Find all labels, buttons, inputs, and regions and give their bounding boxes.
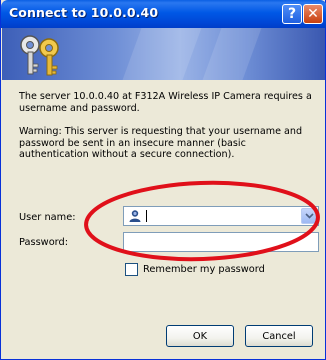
help-icon: ? xyxy=(287,6,297,22)
help-button[interactable]: ? xyxy=(282,4,302,24)
login-dialog: Connect to 10.0.0.40 ? ✕ The server 10.0… xyxy=(0,0,326,360)
user-icon xyxy=(129,210,141,222)
window-title: Connect to 10.0.0.40 xyxy=(9,5,159,20)
password-label: Password: xyxy=(19,237,69,248)
server-message: The server 10.0.0.40 at F312A Wireless I… xyxy=(19,91,312,114)
username-combobox[interactable] xyxy=(123,206,319,226)
username-dropdown-button[interactable] xyxy=(301,208,317,224)
dialog-banner xyxy=(2,28,325,80)
chevron-down-icon xyxy=(304,213,314,219)
remember-password-label[interactable]: Remember my password xyxy=(143,264,265,275)
cancel-button[interactable]: Cancel xyxy=(245,325,313,347)
remember-password-checkbox[interactable] xyxy=(125,262,138,276)
close-icon: ✕ xyxy=(307,6,319,22)
title-bar[interactable]: Connect to 10.0.0.40 ? ✕ xyxy=(1,0,326,28)
ok-button[interactable]: OK xyxy=(166,325,234,347)
password-field[interactable] xyxy=(123,232,319,252)
remember-password-option[interactable]: Remember my password xyxy=(125,262,265,276)
username-label: User name: xyxy=(19,212,76,223)
close-button[interactable]: ✕ xyxy=(303,4,323,24)
keys-icon xyxy=(20,35,59,76)
text-cursor xyxy=(146,210,147,222)
security-warning: Warning: This server is requesting that … xyxy=(19,126,303,160)
